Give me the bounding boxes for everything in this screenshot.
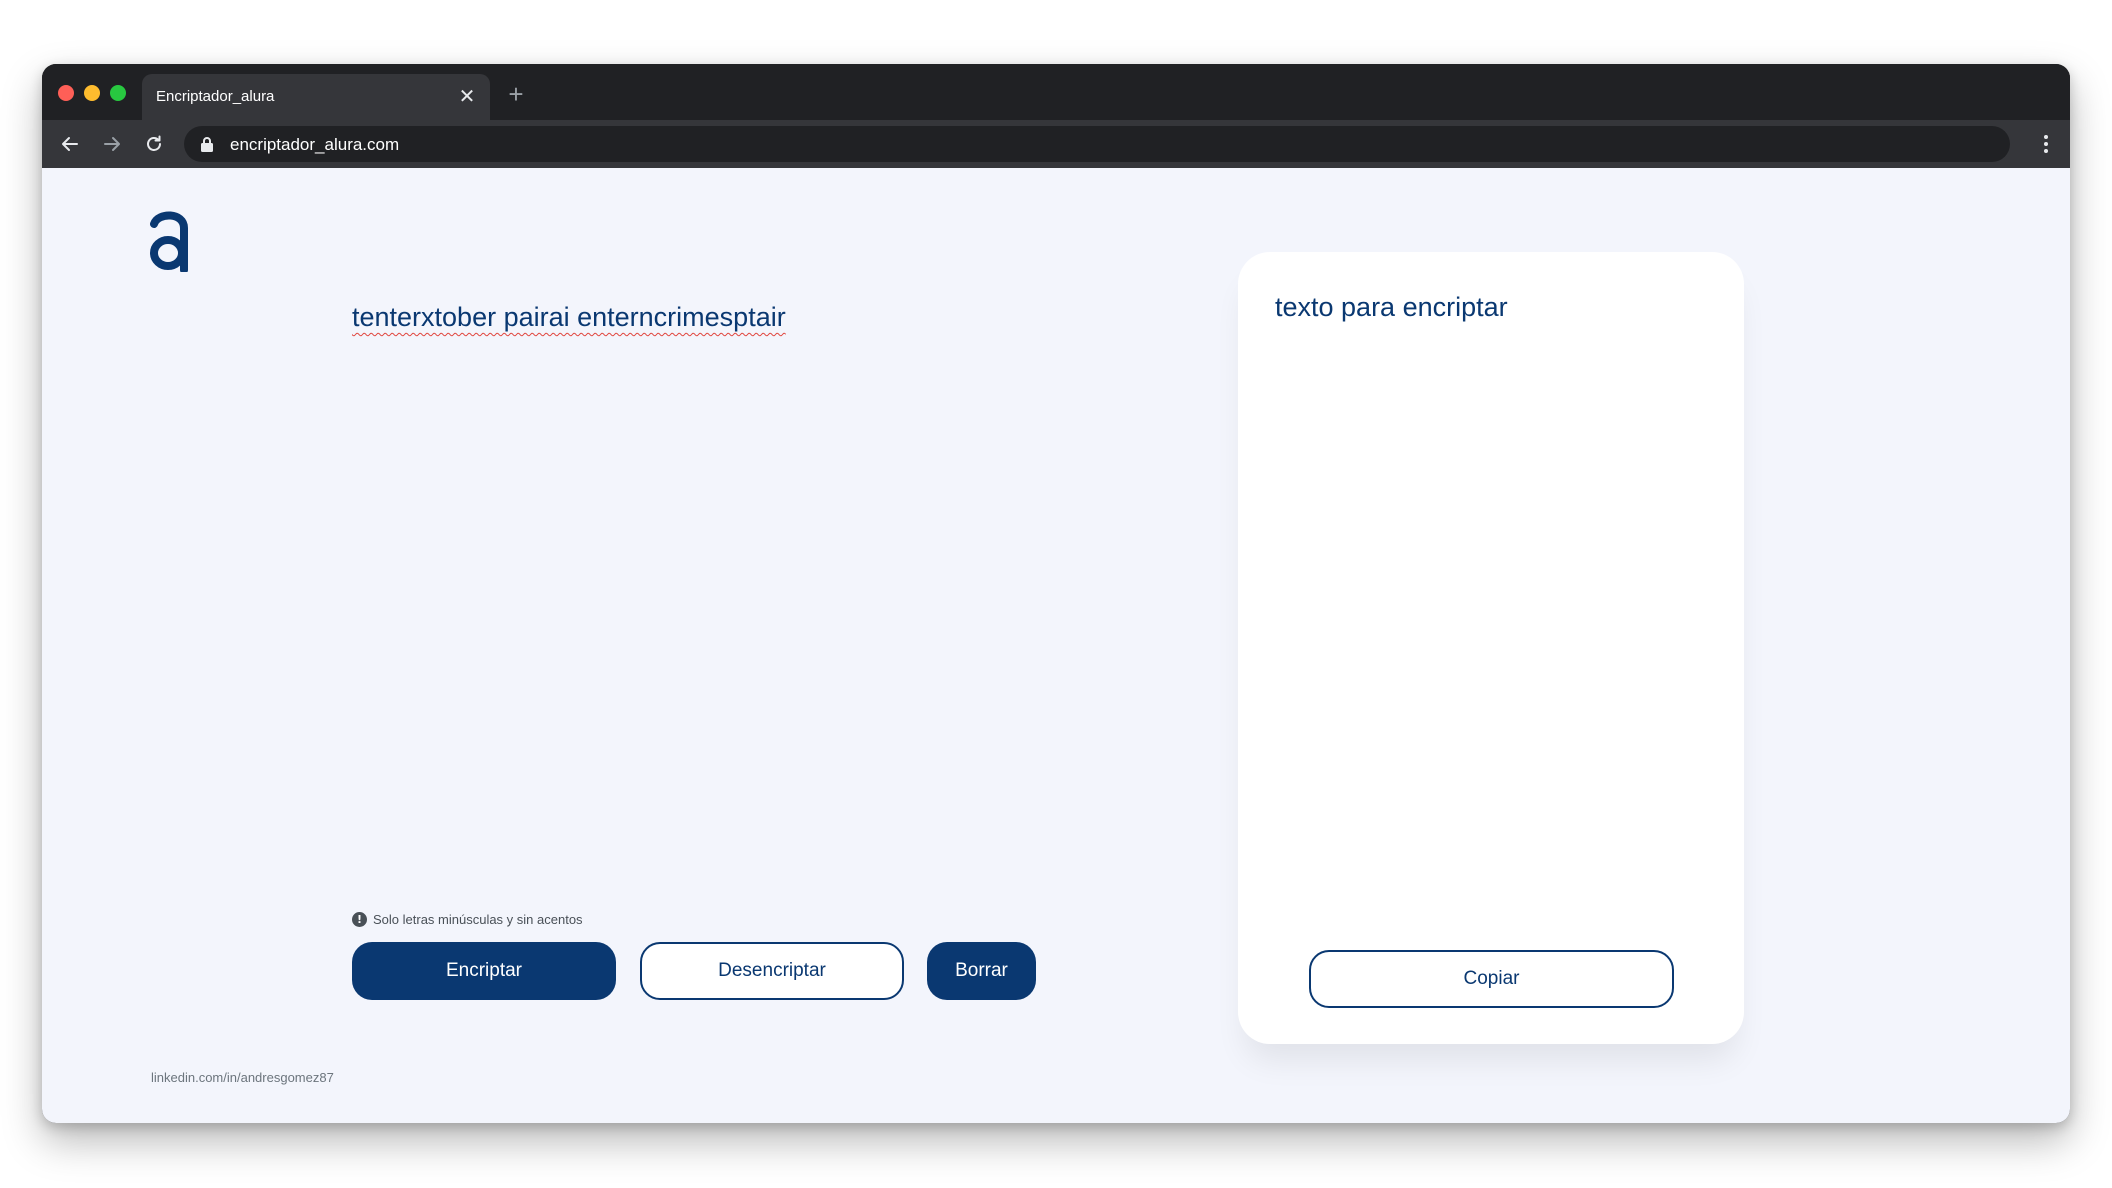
minimize-window-button[interactable] [84,85,100,101]
encrypt-button[interactable]: Encriptar [352,942,616,1000]
alura-logo-icon[interactable] [148,210,190,274]
lock-icon [200,136,214,152]
arrow-right-icon[interactable] [98,130,126,158]
output-panel: texto para encriptar Copiar [1238,252,1744,1044]
copy-button[interactable]: Copiar [1309,950,1674,1008]
page-viewport: tenterxtober pairai enterncrimesptair ! … [42,168,2070,1123]
plus-icon[interactable]: + [502,80,530,108]
browser-tab[interactable]: Encriptador_alura ✕ [142,74,490,120]
arrow-left-icon[interactable] [56,130,84,158]
hint-text: Solo letras minúsculas y sin acentos [373,912,583,927]
tab-title: Encriptador_alura [156,88,275,105]
address-bar[interactable]: encriptador_alura.com [184,126,2010,162]
info-icon: ! [352,912,367,927]
close-window-button[interactable] [58,85,74,101]
text-input[interactable]: tenterxtober pairai enterncrimesptair [352,302,786,333]
input-hint: ! Solo letras minúsculas y sin acentos [352,912,583,927]
clear-button[interactable]: Borrar [927,942,1036,1000]
close-icon[interactable]: ✕ [456,86,478,108]
kebab-menu-icon[interactable] [2036,130,2056,158]
url-text: encriptador_alura.com [230,135,400,154]
browser-window: Encriptador_alura ✕ + encriptador_alura.… [42,64,2070,1123]
browser-toolbar: encriptador_alura.com [42,120,2070,168]
title-bar: Encriptador_alura ✕ + [42,64,2070,120]
reload-icon[interactable] [140,130,168,158]
maximize-window-button[interactable] [110,85,126,101]
output-text: texto para encriptar [1275,292,1508,322]
footer-link[interactable]: linkedin.com/in/andresgomez87 [151,1070,334,1085]
decrypt-button[interactable]: Desencriptar [640,942,904,1000]
